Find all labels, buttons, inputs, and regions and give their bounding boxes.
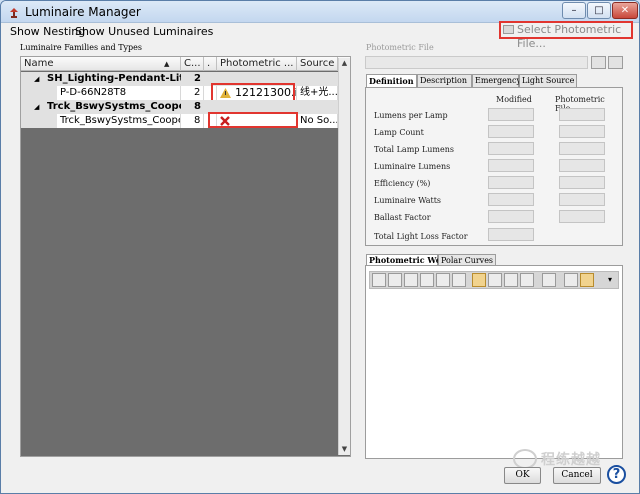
modified-value-field[interactable] xyxy=(488,176,534,189)
group-name: Trck_BswySystms_Cooper_... xyxy=(47,101,181,112)
tree-leaf-row[interactable]: P-D-66N28T8 2 12121300.ies 线+光... xyxy=(21,86,350,100)
orbit-icon[interactable] xyxy=(472,273,486,287)
folder-icon xyxy=(503,25,514,34)
watermark-logo xyxy=(513,449,537,469)
modified-value-field[interactable] xyxy=(488,142,534,155)
tree-group-row[interactable]: ◢ Trck_BswySystms_Cooper_... 8 xyxy=(21,100,350,114)
modified-column-header: Modified xyxy=(496,95,532,104)
view-cube-icon[interactable] xyxy=(372,273,386,287)
field-label: Efficiency (%) xyxy=(374,179,431,188)
scroll-up-icon[interactable]: ▲ xyxy=(339,58,350,69)
cancel-button[interactable]: Cancel xyxy=(553,467,601,484)
photometric-value-field xyxy=(559,125,605,138)
photometric-value-field xyxy=(559,176,605,189)
lamp-app-icon xyxy=(10,8,18,18)
sort-ascending-icon: ▲ xyxy=(164,60,170,68)
title-bar: Luminaire Manager – □ ✕ xyxy=(1,1,639,23)
group-count: 2 xyxy=(194,73,201,84)
field-label: Luminaire Lumens xyxy=(374,162,451,171)
group-count: 8 xyxy=(194,101,201,112)
modified-value-field[interactable] xyxy=(488,193,534,206)
source-cell: No So... xyxy=(297,114,338,128)
chevron-down-icon[interactable]: ▾ xyxy=(608,275,612,284)
view-cube-icon[interactable] xyxy=(388,273,402,287)
open-file-icon[interactable] xyxy=(591,56,606,69)
pan-icon[interactable] xyxy=(520,273,534,287)
field-label: Lamp Count xyxy=(374,128,424,137)
watermark: 程练越越 xyxy=(541,452,601,468)
view-cube-icon[interactable] xyxy=(452,273,466,287)
luminaire-manager-window: Luminaire Manager – □ ✕ Show Nesting Sho… xyxy=(0,0,640,494)
photometric-value-field xyxy=(559,193,605,206)
column-header-source[interactable]: Source xyxy=(297,57,338,71)
definition-panel: Modified Photometric File Lumens per Lam… xyxy=(365,87,623,246)
view-cube-icon[interactable] xyxy=(404,273,418,287)
column-header-name[interactable]: Name ▲ xyxy=(21,57,181,71)
show-unused-luminaires-toggle[interactable]: Show Unused Luminaires xyxy=(75,25,213,38)
modified-value-field[interactable] xyxy=(488,228,534,241)
select-photometric-file-label: Select Photometric File... xyxy=(517,23,622,50)
photometric-file-field[interactable] xyxy=(365,56,588,69)
field-label: Ballast Factor xyxy=(374,213,431,222)
tab-definition[interactable]: Definition xyxy=(366,74,417,87)
field-label: Lumens per Lamp xyxy=(374,111,448,120)
select-photometric-file-button[interactable]: Select Photometric File... xyxy=(499,21,633,50)
collapse-icon: ◢ xyxy=(34,75,40,83)
close-button[interactable]: ✕ xyxy=(612,2,638,19)
luminaire-type-name: Trck_BswySystms_Cooper_... xyxy=(57,114,181,128)
luminaire-type-name: P-D-66N28T8 xyxy=(57,86,181,100)
modified-value-field[interactable] xyxy=(488,210,534,223)
ok-button[interactable]: OK xyxy=(504,467,541,484)
modified-value-field[interactable] xyxy=(488,159,534,172)
photometric-value-field xyxy=(559,210,605,223)
highlight-box xyxy=(208,112,298,128)
modified-value-field[interactable] xyxy=(488,108,534,121)
zoom-in-icon[interactable] xyxy=(542,273,556,287)
luminaire-families-label: Luminaire Families and Types xyxy=(20,43,143,52)
tree-group-row[interactable]: ◢ SH_Lighting-Pendant-Litec... 2 xyxy=(21,72,350,86)
zoom-extents-icon[interactable] xyxy=(580,273,594,287)
view-file-icon[interactable] xyxy=(608,56,623,69)
orbit-icon[interactable] xyxy=(488,273,502,287)
luminaire-count: 8 xyxy=(191,114,204,128)
window-title: Luminaire Manager xyxy=(25,5,141,19)
scroll-down-icon[interactable]: ▼ xyxy=(339,444,350,455)
zoom-out-icon[interactable] xyxy=(564,273,578,287)
modified-value-field[interactable] xyxy=(488,125,534,138)
show-nesting-toggle[interactable]: Show Nesting xyxy=(10,25,85,38)
tab-light-source[interactable]: Light Source xyxy=(519,74,577,87)
tree-leaf-row[interactable]: Trck_BswySystms_Cooper_... 8 No So... xyxy=(21,114,350,128)
view-cube-icon[interactable] xyxy=(436,273,450,287)
view-cube-icon[interactable] xyxy=(420,273,434,287)
tab-description[interactable]: Description xyxy=(417,74,472,87)
luminaire-count: 2 xyxy=(191,86,204,100)
column-header-count[interactable]: C... xyxy=(181,57,204,71)
collapse-icon: ◢ xyxy=(34,103,40,111)
vertical-scrollbar[interactable]: ▲ ▼ xyxy=(338,58,350,455)
photometric-file-label: Photometric File xyxy=(366,43,434,52)
field-label: Total Light Loss Factor xyxy=(374,232,468,241)
column-header-photometric[interactable]: Photometric ... xyxy=(217,57,297,71)
photometric-value-field xyxy=(559,142,605,155)
tab-emergency[interactable]: Emergency xyxy=(472,74,521,87)
tree-header: Name ▲ C... . Photometric ... Source xyxy=(21,57,350,71)
photometric-web-panel: ▾ xyxy=(365,265,623,459)
column-header-status[interactable]: . xyxy=(204,57,217,71)
field-label: Luminaire Watts xyxy=(374,196,442,205)
field-label: Total Lamp Lumens xyxy=(374,145,454,154)
group-name: SH_Lighting-Pendant-Litec... xyxy=(47,73,181,84)
maximize-button[interactable]: □ xyxy=(587,2,611,19)
minimize-button[interactable]: – xyxy=(562,2,586,19)
web-view-toolbar: ▾ xyxy=(369,271,619,289)
help-icon[interactable]: ? xyxy=(607,465,626,484)
luminaire-tree[interactable]: Name ▲ C... . Photometric ... Source ◢ SH… xyxy=(20,56,351,457)
orbit-icon[interactable] xyxy=(504,273,518,287)
photometric-value-field xyxy=(559,159,605,172)
source-cell: 线+光... xyxy=(297,86,338,100)
photometric-value-field xyxy=(559,108,605,121)
